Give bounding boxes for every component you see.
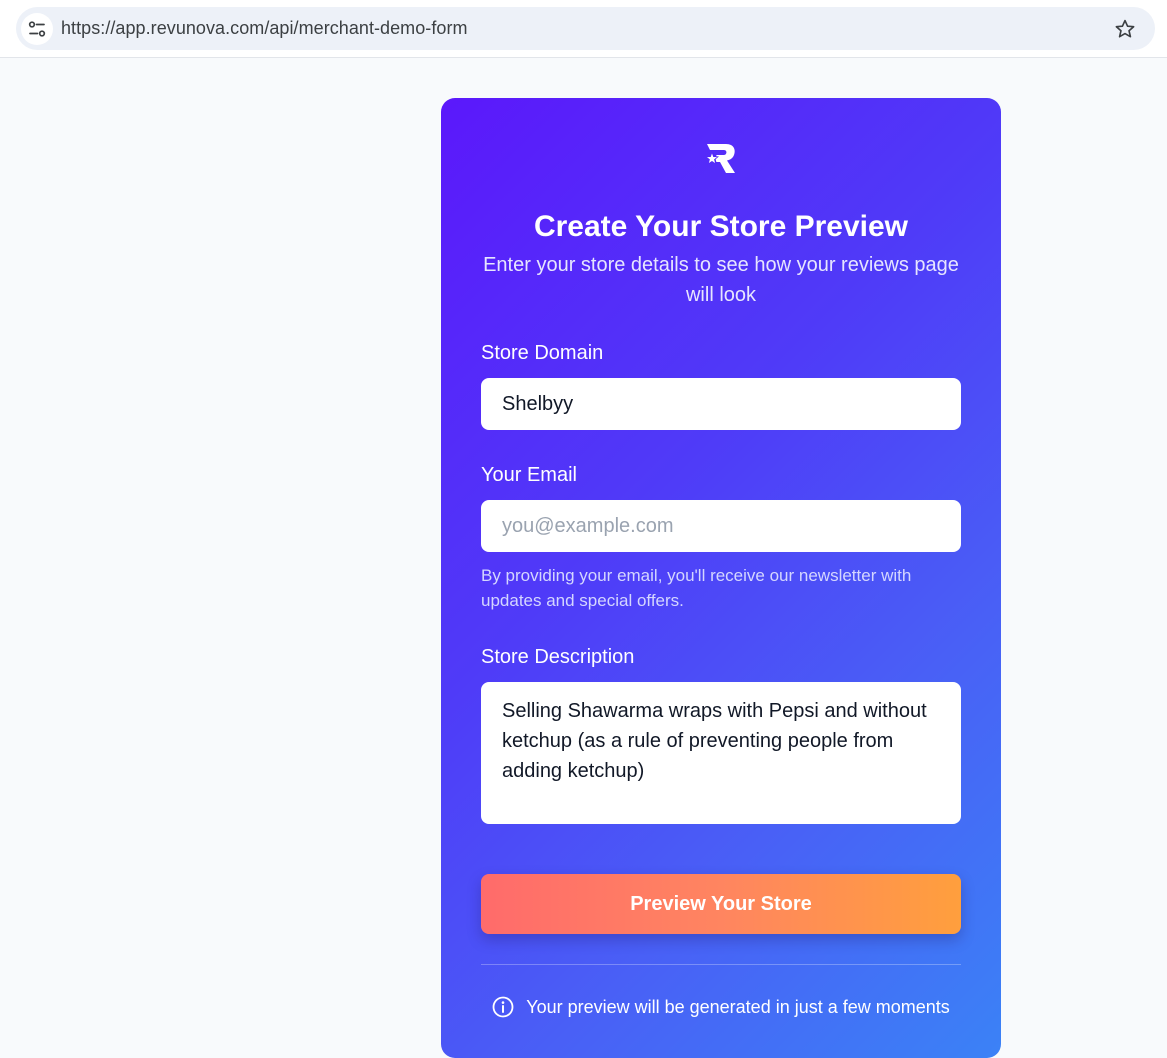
- store-domain-label: Store Domain: [481, 342, 604, 364]
- browser-toolbar: https://app.revunova.com/api/merchant-de…: [0, 0, 1167, 58]
- tune-icon[interactable]: [21, 12, 53, 45]
- email-label: Your Email: [481, 464, 577, 486]
- preview-notice: Your preview will be generated in just a…: [441, 996, 1001, 1018]
- store-preview-card: Create Your Store Preview Enter your sto…: [441, 98, 1001, 1058]
- store-domain-input[interactable]: [481, 378, 961, 430]
- star-outline-icon[interactable]: [1113, 17, 1137, 41]
- divider: [481, 964, 961, 965]
- revunova-logo-icon: [701, 140, 741, 176]
- address-bar[interactable]: https://app.revunova.com/api/merchant-de…: [16, 7, 1155, 50]
- preview-store-button[interactable]: Preview Your Store: [481, 874, 961, 934]
- form-subtitle: Enter your store details to see how your…: [483, 254, 959, 306]
- url-text[interactable]: https://app.revunova.com/api/merchant-de…: [61, 18, 468, 39]
- store-description-label: Store Description: [481, 646, 635, 668]
- form-title: Create Your Store Preview: [533, 210, 909, 243]
- preview-notice-text: Your preview will be generated in just a…: [526, 996, 950, 1017]
- email-input[interactable]: [481, 500, 961, 552]
- store-description-textarea[interactable]: Selling Shawarma wraps with Pepsi and wi…: [481, 682, 961, 824]
- email-helper-text: By providing your email, you'll receive …: [481, 566, 912, 610]
- info-circle-icon: [492, 996, 514, 1018]
